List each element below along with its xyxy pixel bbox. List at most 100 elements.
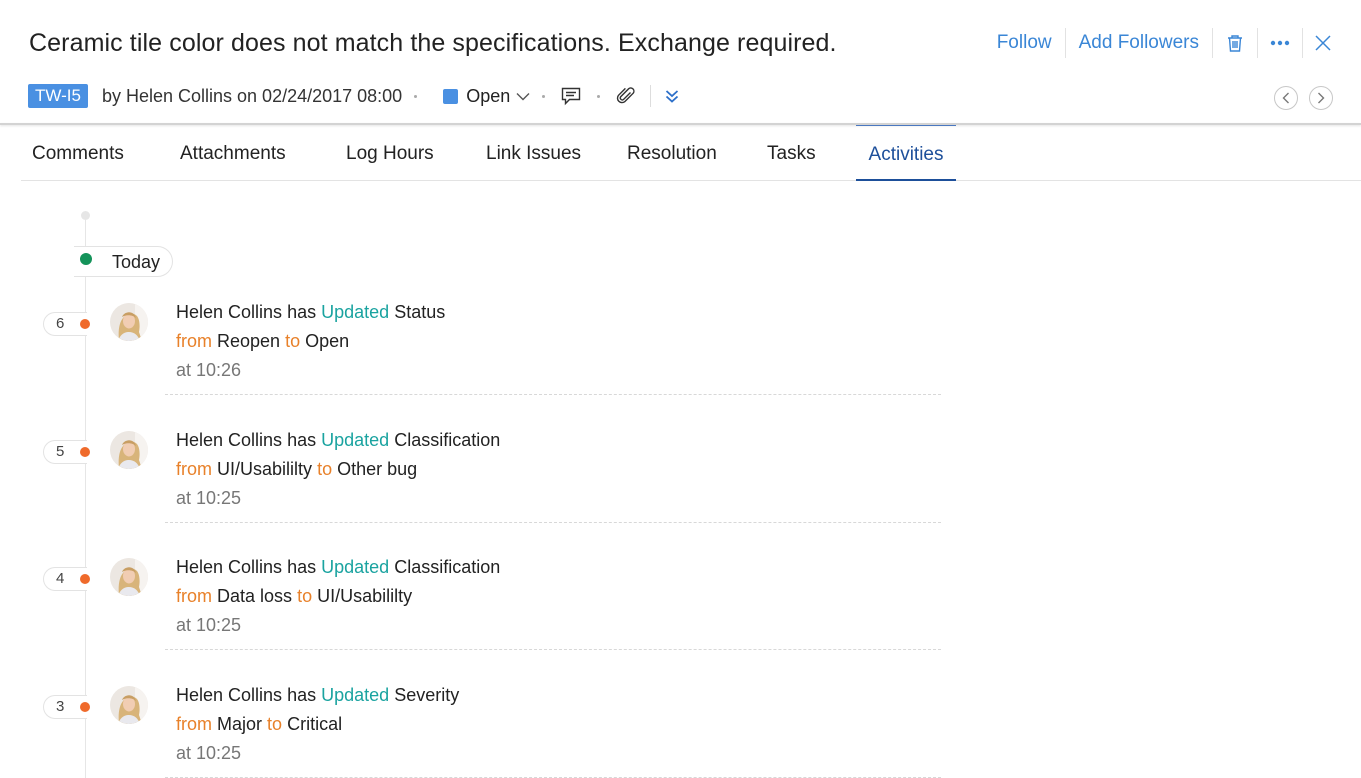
from-label: from bbox=[176, 586, 212, 606]
expand-button[interactable] bbox=[661, 83, 683, 109]
old-value: UI/Usabililty bbox=[217, 458, 313, 479]
follow-button[interactable]: Follow bbox=[984, 32, 1065, 54]
tab-comments[interactable]: Comments bbox=[32, 125, 124, 181]
from-label: from bbox=[176, 713, 212, 734]
activity-user[interactable]: Helen Collins bbox=[176, 685, 282, 705]
activity-verb: Updated bbox=[321, 302, 390, 322]
close-button[interactable] bbox=[1303, 26, 1343, 60]
activity-change: from Data loss to UI/Usabililty bbox=[176, 586, 412, 607]
from-label: from bbox=[176, 458, 212, 479]
close-icon bbox=[1315, 35, 1331, 51]
activity-item: 6 Helen Collins has Updated Status from … bbox=[0, 302, 1361, 430]
activity-time: at 10:25 bbox=[176, 487, 242, 508]
delete-button[interactable] bbox=[1213, 26, 1257, 60]
dot-separator bbox=[597, 94, 601, 98]
activity-time: at 10:26 bbox=[176, 360, 242, 380]
to-label: to bbox=[267, 713, 283, 734]
tab-resolution[interactable]: Resolution bbox=[627, 125, 717, 181]
comment-button[interactable] bbox=[557, 83, 585, 109]
tab-attachments[interactable]: Attachments bbox=[180, 125, 286, 181]
comment-icon bbox=[562, 87, 581, 105]
activity-user[interactable]: Helen Collins bbox=[176, 302, 282, 322]
to-label: to bbox=[297, 586, 313, 606]
new-value: Other bug bbox=[337, 458, 418, 479]
to-label: to bbox=[285, 331, 301, 351]
activity-divider bbox=[165, 394, 941, 395]
activity-divider bbox=[165, 649, 941, 650]
activity-summary: Helen Collins has Updated Severity bbox=[176, 685, 459, 706]
next-issue-button[interactable] bbox=[1309, 86, 1333, 110]
user-avatar-icon bbox=[110, 685, 148, 724]
activity-user[interactable]: Helen Collins bbox=[176, 557, 282, 577]
activity-summary: Helen Collins has Updated Classification bbox=[176, 430, 500, 451]
old-value: Major bbox=[217, 713, 263, 734]
issue-byline: by Helen Collins on 02/24/2017 08:00 bbox=[101, 85, 403, 106]
trash-icon bbox=[1228, 35, 1242, 52]
activity-has: has bbox=[287, 429, 317, 450]
activity-field: Classification bbox=[394, 429, 501, 450]
activity-dot bbox=[80, 319, 90, 329]
more-dots-icon bbox=[1270, 40, 1290, 46]
avatar[interactable] bbox=[110, 303, 148, 341]
activity-item: 3 Helen Collins has Updated Severity fro… bbox=[0, 685, 1361, 778]
status-dropdown[interactable]: Open bbox=[437, 86, 530, 107]
activity-item: 4 Helen Collins has Updated Classificati… bbox=[0, 557, 1361, 685]
activity-field: Severity bbox=[394, 684, 460, 705]
chevron-left-icon bbox=[1282, 92, 1289, 104]
new-value: UI/Usabililty bbox=[317, 586, 413, 606]
user-avatar-icon bbox=[110, 303, 148, 341]
avatar[interactable] bbox=[110, 430, 148, 469]
activity-change: from Major to Critical bbox=[176, 714, 342, 735]
activity-verb: Updated bbox=[321, 684, 390, 705]
dot-separator bbox=[542, 94, 546, 98]
old-value: Data loss bbox=[217, 586, 293, 606]
date-group-dot bbox=[80, 253, 92, 265]
issue-navigation bbox=[1274, 86, 1333, 110]
avatar[interactable] bbox=[110, 685, 148, 724]
activity-field: Status bbox=[394, 302, 446, 322]
from-label: from bbox=[176, 331, 212, 351]
header-actions: Follow Add Followers bbox=[984, 26, 1361, 60]
chevron-down-icon bbox=[516, 92, 530, 100]
activity-change: from UI/Usabililty to Other bug bbox=[176, 459, 417, 480]
old-value: Reopen bbox=[217, 331, 281, 351]
timeline-start-dot bbox=[81, 211, 90, 220]
activity-dot bbox=[80, 574, 90, 584]
date-group-label: Today bbox=[112, 252, 161, 272]
tab-activities[interactable]: Activities bbox=[856, 125, 956, 181]
status-label: Open bbox=[466, 85, 511, 106]
activity-time: at 10:25 bbox=[176, 615, 242, 635]
paperclip-icon bbox=[617, 87, 635, 104]
user-avatar-icon bbox=[110, 430, 148, 469]
activity-verb: Updated bbox=[321, 557, 390, 577]
tab-bar: Comments Attachments Log Hours Link Issu… bbox=[21, 125, 1361, 181]
new-value: Open bbox=[305, 331, 350, 351]
chevron-right-icon bbox=[1318, 92, 1325, 104]
previous-issue-button[interactable] bbox=[1274, 86, 1298, 110]
activity-has: has bbox=[287, 557, 317, 577]
double-chevron-down-icon bbox=[666, 90, 679, 103]
activity-dot bbox=[80, 701, 90, 712]
add-followers-button[interactable]: Add Followers bbox=[1066, 32, 1212, 54]
divider bbox=[650, 85, 652, 107]
tab-tasks[interactable]: Tasks bbox=[767, 125, 816, 181]
activity-user[interactable]: Helen Collins bbox=[176, 430, 282, 450]
activity-has: has bbox=[287, 302, 317, 322]
activity-item: 5 Helen Collins has Updated Classificati… bbox=[0, 430, 1361, 558]
tab-log-hours[interactable]: Log Hours bbox=[346, 125, 434, 181]
activity-field: Classification bbox=[394, 557, 501, 577]
issue-title: Ceramic tile color does not match the sp… bbox=[29, 29, 837, 57]
activity-divider bbox=[165, 521, 941, 523]
to-label: to bbox=[317, 458, 333, 479]
activity-change: from Reopen to Open bbox=[176, 331, 349, 352]
issue-id-badge: TW-I5 bbox=[28, 84, 88, 108]
tab-link-issues[interactable]: Link Issues bbox=[486, 125, 581, 181]
user-avatar-icon bbox=[110, 558, 148, 596]
attach-button[interactable] bbox=[612, 83, 640, 109]
more-button[interactable] bbox=[1258, 26, 1302, 60]
activity-summary: Helen Collins has Updated Status bbox=[176, 302, 445, 323]
status-color-swatch bbox=[443, 88, 459, 104]
activity-dot bbox=[80, 446, 90, 457]
new-value: Critical bbox=[287, 713, 343, 734]
avatar[interactable] bbox=[110, 558, 148, 596]
